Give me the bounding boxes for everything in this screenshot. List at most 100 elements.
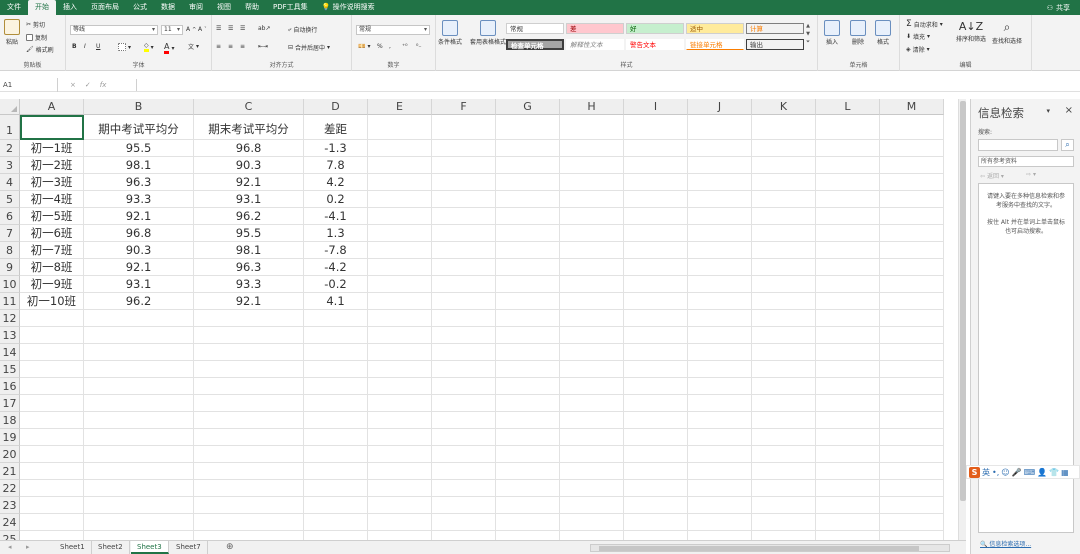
row-header-18[interactable]: 18 [0, 412, 20, 429]
table-cell[interactable] [194, 361, 304, 378]
table-cell[interactable] [688, 276, 752, 293]
row-header-6[interactable]: 6 [0, 208, 20, 225]
row-header-21[interactable]: 21 [0, 463, 20, 480]
table-cell[interactable] [368, 293, 432, 310]
table-cell[interactable] [496, 242, 560, 259]
table-cell[interactable] [560, 208, 624, 225]
table-cell[interactable]: 95.5 [84, 140, 194, 157]
punctuation-icon[interactable]: •, [992, 468, 999, 477]
style-good[interactable]: 好 [626, 23, 684, 34]
table-cell[interactable]: 4.1 [304, 293, 368, 310]
research-options-link[interactable]: 🔍 信息检索选项... [980, 539, 1031, 548]
table-cell[interactable] [432, 412, 496, 429]
table-cell[interactable] [688, 327, 752, 344]
clear-button[interactable]: ◈ 清除 ▾ [906, 45, 930, 54]
table-cell[interactable] [688, 361, 752, 378]
table-cell[interactable] [688, 480, 752, 497]
table-cell[interactable] [752, 446, 816, 463]
table-cell[interactable] [624, 514, 688, 531]
table-cell[interactable] [688, 344, 752, 361]
style-check-cell[interactable]: 检查单元格 [506, 39, 564, 50]
table-cell[interactable] [816, 157, 880, 174]
sheet-tab-sheet7[interactable]: Sheet7 [170, 541, 208, 554]
comma-button[interactable]: , [389, 43, 391, 50]
table-cell[interactable] [496, 327, 560, 344]
table-cell[interactable] [880, 259, 944, 276]
table-cell[interactable]: 93.1 [194, 191, 304, 208]
table-cell[interactable] [368, 259, 432, 276]
table-cell[interactable] [194, 497, 304, 514]
table-cell[interactable] [496, 480, 560, 497]
table-cell[interactable] [816, 361, 880, 378]
table-cell[interactable] [624, 225, 688, 242]
row-header-5[interactable]: 5 [0, 191, 20, 208]
table-cell[interactable]: 1.3 [304, 225, 368, 242]
sort-filter-button[interactable]: A↓Z 排序和筛选 [956, 20, 986, 43]
table-cell[interactable]: 92.1 [84, 259, 194, 276]
table-cell[interactable] [816, 395, 880, 412]
table-cell[interactable] [304, 480, 368, 497]
table-cell[interactable] [432, 225, 496, 242]
number-format-select[interactable]: 常规 [356, 25, 430, 35]
table-cell[interactable] [752, 463, 816, 480]
keyboard-icon[interactable]: ⌨ [1024, 468, 1036, 477]
sheet-tab-sheet3[interactable]: Sheet3 [131, 541, 169, 554]
header-cell[interactable] [880, 115, 944, 140]
row-header-4[interactable]: 4 [0, 174, 20, 191]
forward-button[interactable]: ⇨ ▾ [1026, 171, 1036, 178]
table-cell[interactable] [304, 429, 368, 446]
horizontal-scroll-thumb[interactable] [599, 546, 919, 551]
font-name-select[interactable]: 等线 [70, 25, 158, 35]
table-cell[interactable]: 初一5班 [20, 208, 84, 225]
table-cell[interactable] [304, 531, 368, 540]
table-cell[interactable] [624, 140, 688, 157]
header-cell[interactable] [496, 115, 560, 140]
table-cell[interactable] [496, 140, 560, 157]
header-cell[interactable]: 差距 [304, 115, 368, 140]
underline-button[interactable]: U [96, 43, 100, 50]
table-cell[interactable] [496, 225, 560, 242]
insert-cells-label[interactable]: 插入 [826, 37, 838, 46]
table-cell[interactable]: 98.1 [84, 157, 194, 174]
table-cell[interactable] [688, 140, 752, 157]
insert-cells-button[interactable]: 插入 [824, 20, 840, 46]
table-cell[interactable] [752, 429, 816, 446]
skin-icon[interactable]: 👕 [1049, 468, 1059, 477]
table-cell[interactable] [194, 480, 304, 497]
ime-language-toggle[interactable]: 英 [982, 467, 990, 478]
table-cell[interactable] [624, 344, 688, 361]
table-cell[interactable] [304, 497, 368, 514]
table-cell[interactable] [304, 463, 368, 480]
table-cell[interactable] [20, 361, 84, 378]
row-header-22[interactable]: 22 [0, 480, 20, 497]
table-cell[interactable] [496, 412, 560, 429]
vertical-scrollbar[interactable] [958, 99, 966, 540]
column-header-i[interactable]: I [624, 99, 688, 115]
align-left-button[interactable]: ≡ [216, 43, 221, 50]
table-cell[interactable] [880, 514, 944, 531]
table-cell[interactable]: -7.8 [304, 242, 368, 259]
table-cell[interactable] [560, 191, 624, 208]
table-cell[interactable] [20, 378, 84, 395]
table-cell[interactable] [304, 344, 368, 361]
table-cell[interactable] [880, 412, 944, 429]
table-cell[interactable] [688, 514, 752, 531]
table-cell[interactable] [432, 446, 496, 463]
table-cell[interactable] [816, 344, 880, 361]
cancel-entry-button[interactable]: × [70, 78, 76, 92]
table-cell[interactable] [304, 361, 368, 378]
table-cell[interactable] [194, 514, 304, 531]
table-cell[interactable] [752, 531, 816, 540]
table-cell[interactable] [368, 480, 432, 497]
header-cell[interactable] [752, 115, 816, 140]
table-cell[interactable] [194, 446, 304, 463]
decrease-decimal-button[interactable]: ⁰₋ [416, 43, 422, 50]
table-cell[interactable] [20, 514, 84, 531]
table-cell[interactable] [20, 480, 84, 497]
table-cell[interactable] [84, 531, 194, 540]
sogou-logo-icon[interactable]: S [969, 466, 980, 478]
align-bottom-button[interactable]: ☰ [240, 25, 245, 32]
table-cell[interactable]: 初一3班 [20, 174, 84, 191]
table-cell[interactable] [624, 429, 688, 446]
sheet-tab-sheet1[interactable]: Sheet1 [54, 541, 92, 554]
